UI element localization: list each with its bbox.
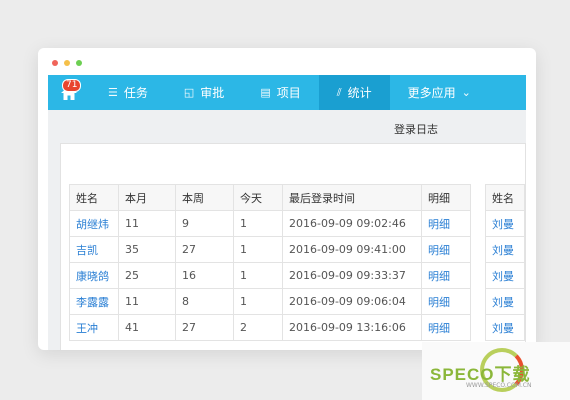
col-last-login: 最后登录时间: [282, 184, 422, 211]
col-name: 姓名: [485, 184, 525, 211]
table-header-row: 姓名: [485, 184, 525, 211]
nav-item-label: 审批: [200, 86, 225, 100]
table-row: 刘曼: [485, 236, 525, 263]
col-name: 姓名: [69, 184, 119, 211]
user-name-link[interactable]: 刘曼: [485, 236, 525, 263]
nav-item-label: 项目: [276, 86, 301, 100]
today-count: 1: [233, 210, 283, 237]
user-name-link[interactable]: 刘曼: [485, 210, 525, 237]
last-login-time: 2016-09-09 09:02:46: [282, 210, 422, 237]
table-row: 吉凯 35 27 1 2016-09-09 09:41:00 明细: [69, 236, 471, 263]
detail-link[interactable]: 明细: [421, 210, 471, 237]
table-row: 胡继炜 11 9 1 2016-09-09 09:02:46 明细: [69, 210, 471, 237]
list-icon: ☰: [108, 86, 118, 99]
col-today: 今天: [233, 184, 283, 211]
detail-link[interactable]: 明细: [421, 236, 471, 263]
col-detail: 明细: [421, 184, 471, 211]
detail-link[interactable]: 明细: [421, 288, 471, 315]
detail-link[interactable]: 明细: [421, 262, 471, 289]
nav-item-label: 更多应用: [407, 86, 456, 100]
watermark-logo: SPECO下载 WWW.SPECO.COM.CN: [422, 342, 570, 400]
week-count: 27: [175, 314, 234, 341]
notification-badge: 71: [62, 79, 82, 92]
app-window: 71 ☰ 任务 ◱ 审批 ▤ 项目 ⫽ 统计 更多应用 ⌄ 登录日志 姓名 本月…: [38, 48, 536, 350]
second-login-table: 姓名 刘曼 刘曼 刘曼 刘曼 刘曼: [485, 184, 525, 341]
top-nav: 71 ☰ 任务 ◱ 审批 ▤ 项目 ⫽ 统计 更多应用 ⌄: [48, 75, 526, 110]
table-row: 康晓鸽 25 16 1 2016-09-09 09:33:37 明细: [69, 262, 471, 289]
month-count: 11: [118, 210, 176, 237]
minimize-dot[interactable]: [64, 60, 70, 66]
month-count: 41: [118, 314, 176, 341]
today-count: 1: [233, 262, 283, 289]
user-name-link[interactable]: 刘曼: [485, 314, 525, 341]
nav-item-label: 任务: [123, 86, 148, 100]
nav-item-more-apps[interactable]: 更多应用 ⌄: [390, 75, 489, 110]
today-count: 1: [233, 236, 283, 263]
week-count: 9: [175, 210, 234, 237]
table-row: 刘曼: [485, 262, 525, 289]
project-icon: ▤: [260, 86, 271, 99]
user-name-link[interactable]: 王冲: [69, 314, 119, 341]
user-name-link[interactable]: 胡继炜: [69, 210, 119, 237]
user-name-link[interactable]: 吉凯: [69, 236, 119, 263]
nav-item-projects[interactable]: ▤ 项目: [242, 75, 318, 110]
month-count: 35: [118, 236, 176, 263]
nav-item-label: 统计: [347, 86, 372, 100]
month-count: 25: [118, 262, 176, 289]
today-count: 1: [233, 288, 283, 315]
user-name-link[interactable]: 刘曼: [485, 262, 525, 289]
main-content: 登录日志 姓名 本月 本周 今天 最后登录时间 明细 胡继炜 11 9 1 20…: [48, 110, 526, 350]
user-name-link[interactable]: 康晓鸽: [69, 262, 119, 289]
chevron-down-icon: ⌄: [461, 86, 471, 99]
home-button[interactable]: 71: [48, 75, 90, 110]
nav-item-tasks[interactable]: ☰ 任务: [90, 75, 166, 110]
month-count: 11: [118, 288, 176, 315]
approval-icon: ◱: [183, 86, 195, 99]
last-login-time: 2016-09-09 09:41:00: [282, 236, 422, 263]
today-count: 2: [233, 314, 283, 341]
maximize-dot[interactable]: [76, 60, 82, 66]
nav-item-approval[interactable]: ◱ 审批: [166, 75, 242, 110]
week-count: 27: [175, 236, 234, 263]
page-title: 登录日志: [394, 123, 438, 136]
user-name-link[interactable]: 李露露: [69, 288, 119, 315]
col-month: 本月: [118, 184, 176, 211]
col-week: 本周: [175, 184, 234, 211]
table-row: 刘曼: [485, 288, 525, 315]
watermark-url: WWW.SPECO.COM.CN: [466, 382, 532, 389]
table-row: 刘曼: [485, 314, 525, 341]
last-login-time: 2016-09-09 13:16:06: [282, 314, 422, 341]
table-row: 王冲 41 27 2 2016-09-09 13:16:06 明细: [69, 314, 471, 341]
chart-icon: ⫽: [336, 85, 342, 99]
login-log-table: 姓名 本月 本周 今天 最后登录时间 明细 胡继炜 11 9 1 2016-09: [69, 184, 471, 341]
nav-item-stats[interactable]: ⫽ 统计: [318, 75, 390, 110]
table-row: 李露露 11 8 1 2016-09-09 09:06:04 明细: [69, 288, 471, 315]
week-count: 8: [175, 288, 234, 315]
table-row: 刘曼: [485, 210, 525, 237]
window-controls: [52, 60, 82, 66]
user-name-link[interactable]: 刘曼: [485, 288, 525, 315]
week-count: 16: [175, 262, 234, 289]
close-dot[interactable]: [52, 60, 58, 66]
login-log-panel: 姓名 本月 本周 今天 最后登录时间 明细 胡继炜 11 9 1 2016-09: [60, 143, 526, 350]
detail-link[interactable]: 明细: [421, 314, 471, 341]
last-login-time: 2016-09-09 09:06:04: [282, 288, 422, 315]
table-header-row: 姓名 本月 本周 今天 最后登录时间 明细: [69, 184, 471, 211]
last-login-time: 2016-09-09 09:33:37: [282, 262, 422, 289]
